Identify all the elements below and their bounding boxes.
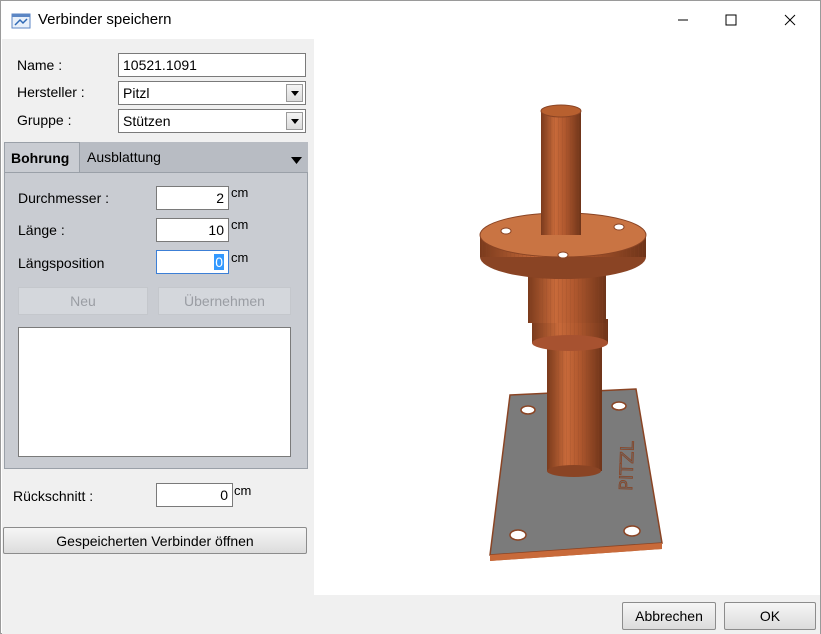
tab-strip: Bohrung Ausblattung xyxy=(4,142,308,173)
model-preview[interactable]: PITZL xyxy=(314,39,820,595)
durchmesser-field[interactable]: 2 xyxy=(156,186,229,210)
chevron-down-icon[interactable] xyxy=(286,112,303,130)
laengsposition-label: Längsposition xyxy=(18,255,105,271)
lower-tube xyxy=(547,339,602,477)
hersteller-label: Hersteller : xyxy=(17,84,85,100)
post-base-model: PITZL xyxy=(479,104,663,561)
gruppe-select[interactable]: Stützen xyxy=(118,109,306,133)
cancel-button[interactable]: Abbrechen xyxy=(622,602,716,630)
neu-button[interactable]: Neu xyxy=(18,287,148,315)
hex-nut xyxy=(532,319,608,351)
uebernehmen-button[interactable]: Übernehmen xyxy=(158,287,291,315)
rueckschnitt-unit: cm xyxy=(234,483,252,498)
button-bar: Abbrechen OK xyxy=(2,595,820,634)
laenge-label: Länge : xyxy=(18,222,65,238)
maximize-icon xyxy=(725,14,737,26)
app-icon xyxy=(11,11,31,29)
chevron-down-icon[interactable] xyxy=(286,84,303,102)
plate-engraving: PITZL xyxy=(616,441,639,491)
properties-panel: Name : 10521.1091 Hersteller : Pitzl Gru… xyxy=(2,39,314,595)
bohrung-panel: Durchmesser : 2 cm Länge : 10 cm Längspo… xyxy=(4,172,308,469)
close-icon xyxy=(784,14,796,26)
maximize-button[interactable] xyxy=(708,1,754,39)
laengsposition-value: 0 xyxy=(214,254,224,270)
hersteller-select[interactable]: Pitzl xyxy=(118,81,306,105)
close-button[interactable] xyxy=(767,1,813,39)
laenge-unit: cm xyxy=(231,217,249,232)
ok-button[interactable]: OK xyxy=(724,602,816,630)
title-bar[interactable]: Verbinder speichern xyxy=(1,1,820,39)
bohrung-list[interactable] xyxy=(18,327,291,457)
tab-ausblattung[interactable]: Ausblattung xyxy=(87,149,161,165)
rueckschnitt-label: Rückschnitt : xyxy=(13,488,94,504)
laenge-field[interactable]: 10 xyxy=(156,218,229,242)
window-title: Verbinder speichern xyxy=(38,11,172,28)
tab-list-dropdown-icon[interactable] xyxy=(291,151,302,167)
durchmesser-unit: cm xyxy=(231,185,249,200)
rueckschnitt-field[interactable]: 0 xyxy=(156,483,233,507)
gruppe-label: Gruppe : xyxy=(17,112,72,128)
name-label: Name : xyxy=(17,57,63,73)
dialog-window: Verbinder speichern Name : 10521.1091 He… xyxy=(0,0,821,634)
laengsposition-unit: cm xyxy=(231,250,249,265)
top-pin xyxy=(540,104,582,235)
hersteller-value: Pitzl xyxy=(123,85,150,101)
durchmesser-label: Durchmesser : xyxy=(18,190,110,206)
minimize-button[interactable] xyxy=(660,1,706,39)
name-field[interactable]: 10521.1091 xyxy=(118,53,306,77)
laengsposition-field[interactable]: 0 xyxy=(156,250,229,274)
minimize-icon xyxy=(678,19,688,21)
gruppe-value: Stützen xyxy=(123,113,171,129)
tab-bohrung[interactable]: Bohrung xyxy=(4,142,80,173)
open-saved-connector-button[interactable]: Gespeicherten Verbinder öffnen xyxy=(3,527,307,554)
